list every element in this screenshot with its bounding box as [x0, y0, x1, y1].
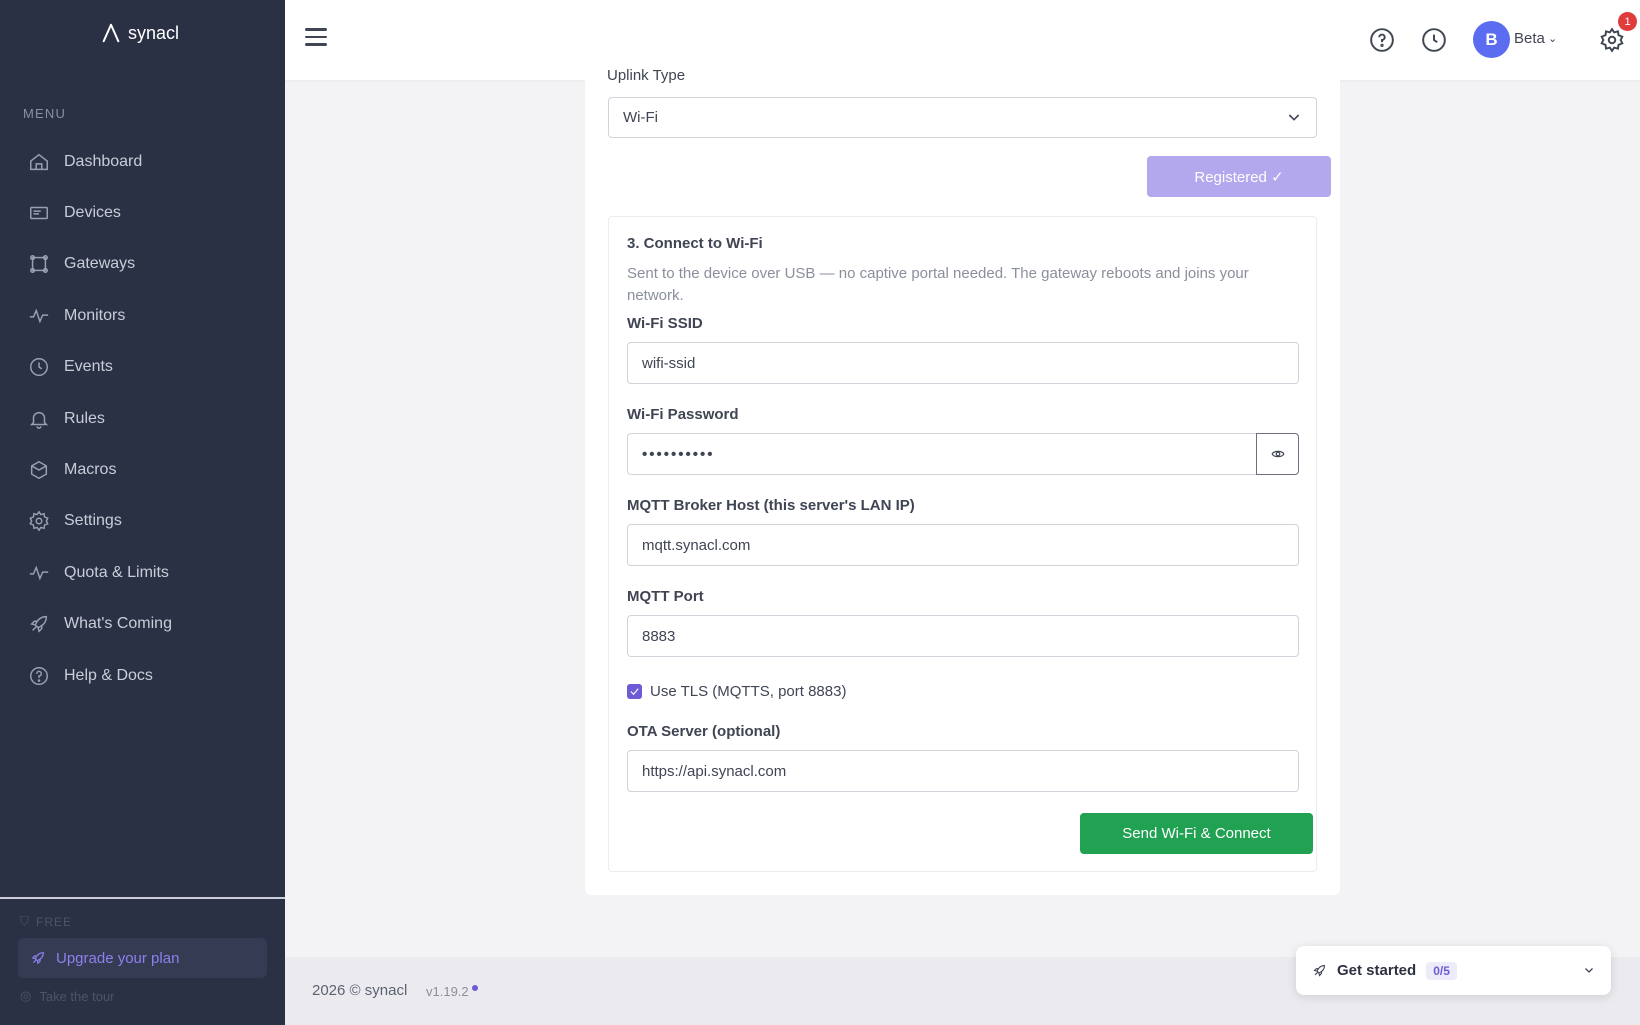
activity-icon: [29, 565, 49, 581]
help-icon: [30, 666, 48, 685]
copyright-text: 2026 © synacl: [312, 982, 408, 999]
rocket-icon: [1313, 964, 1326, 977]
section-title: 3. Connect to Wi-Fi: [627, 235, 763, 252]
topbar: B Beta ⌄ 1: [285, 0, 1640, 80]
sidebar-item-label: Monitors: [64, 306, 126, 324]
sidebar-item-help[interactable]: Help & Docs: [0, 650, 285, 701]
mqtt-port-label: MQTT Port: [627, 588, 704, 605]
rocket-icon: [30, 616, 48, 633]
mqtt-broker-label: MQTT Broker Host (this server's LAN IP): [627, 497, 915, 514]
sidebar-item-label: Macros: [64, 461, 117, 479]
notification-badge: 1: [1618, 12, 1637, 31]
synacl-logo-icon: [102, 23, 120, 43]
sidebar-item-label: Rules: [64, 409, 105, 427]
gear-icon: [1600, 27, 1624, 53]
sidebar-item-quota[interactable]: Quota & Limits: [0, 547, 285, 598]
sidebar-item-whats-coming[interactable]: What's Coming: [0, 599, 285, 650]
tour-icon: ◎: [20, 988, 32, 1003]
ota-server-input[interactable]: https://api.synacl.com: [627, 750, 1299, 792]
sidebar-item-label: Gateways: [64, 255, 136, 273]
update-dot-icon: [471, 984, 478, 991]
sidebar-item-label: What's Coming: [64, 615, 172, 633]
get-started-label: Get started: [1337, 962, 1417, 979]
registered-button[interactable]: Registered ✓: [1147, 156, 1331, 197]
sidebar-item-label: Events: [64, 358, 113, 376]
history-button[interactable]: [1421, 27, 1447, 53]
settings-button[interactable]: [1599, 27, 1625, 53]
chevron-down-icon: [1288, 114, 1300, 121]
ota-server-label: OTA Server (optional): [627, 723, 781, 740]
sidebar-item-dashboard[interactable]: Dashboard: [0, 136, 285, 187]
take-tour-label: Take the tour: [39, 988, 115, 1004]
uplink-type-value: Wi-Fi: [623, 109, 658, 126]
clock-icon: [1422, 28, 1446, 52]
avatar[interactable]: B: [1473, 21, 1510, 58]
use-tls-label: Use TLS (MQTTS, port 8883): [650, 683, 847, 700]
plan-tier-badge: ⛉ FREE: [20, 914, 72, 929]
sidebar-item-settings[interactable]: Settings: [0, 496, 285, 547]
help-button[interactable]: [1369, 27, 1395, 53]
help-icon: [1370, 28, 1394, 52]
sidebar-item-label: Devices: [64, 204, 121, 222]
version-text: v1.19.2: [426, 984, 469, 999]
brand-name: synacl: [128, 22, 180, 43]
upgrade-plan-button[interactable]: Upgrade your plan: [18, 938, 267, 978]
get-started-progress: 0/5: [1426, 961, 1457, 980]
sidebar-item-gateways[interactable]: Gateways: [0, 239, 285, 290]
uplink-type-label: Uplink Type: [607, 67, 686, 84]
sidebar: synacl MENU Dashboard Devices Gateways M…: [0, 0, 285, 1025]
section-description: Sent to the device over USB — no captive…: [627, 265, 1249, 304]
mqtt-port-input[interactable]: 8883: [627, 615, 1299, 657]
sidebar-item-events[interactable]: Events: [0, 342, 285, 393]
wifi-password-input[interactable]: ••••••••••: [627, 433, 1256, 475]
hamburger-menu-icon[interactable]: [305, 28, 327, 50]
gateway-icon: [30, 255, 48, 274]
devices-icon: [30, 206, 48, 220]
sidebar-item-label: Help & Docs: [64, 666, 153, 684]
sidebar-nav: Dashboard Devices Gateways Monitors Even…: [0, 136, 285, 701]
upgrade-plan-label: Upgrade your plan: [56, 949, 180, 967]
bell-icon: [29, 411, 49, 429]
mqtt-broker-input[interactable]: mqtt.synacl.com: [627, 524, 1299, 566]
connect-wifi-section: 3. Connect to Wi-Fi Sent to the device o…: [608, 216, 1317, 872]
wifi-ssid-input[interactable]: wifi-ssid: [627, 342, 1299, 384]
plan-tier-label: FREE: [36, 914, 73, 929]
sidebar-item-macros[interactable]: Macros: [0, 444, 285, 495]
brand-logo[interactable]: synacl: [100, 22, 179, 44]
sidebar-divider: [0, 897, 285, 899]
sidebar-item-label: Quota & Limits: [64, 563, 169, 581]
chevron-down-icon[interactable]: ⌄: [1548, 32, 1557, 45]
eye-icon: [1271, 450, 1284, 458]
sidebar-item-monitors[interactable]: Monitors: [0, 290, 285, 341]
wifi-ssid-label: Wi-Fi SSID: [627, 315, 703, 332]
activity-icon: [29, 308, 49, 324]
wifi-password-label: Wi-Fi Password: [627, 406, 739, 423]
user-menu[interactable]: Beta: [1514, 30, 1545, 47]
sidebar-item-devices[interactable]: Devices: [0, 187, 285, 238]
clock-icon: [30, 358, 48, 377]
home-icon: [30, 153, 48, 170]
use-tls-checkbox[interactable]: [627, 684, 642, 699]
menu-label: MENU: [23, 106, 67, 121]
use-tls-row[interactable]: Use TLS (MQTTS, port 8883): [627, 683, 846, 700]
get-started-widget[interactable]: Get started 0/5: [1296, 946, 1611, 995]
gateway-setup-card: Uplink Type Wi-Fi Registered ✓ 3. Connec…: [585, 67, 1340, 895]
rocket-icon: [31, 952, 44, 965]
version-badge: v1.19.2: [426, 984, 478, 999]
plan-icon: ⛉: [20, 914, 31, 928]
chevron-down-icon[interactable]: [1583, 964, 1595, 976]
check-icon: [630, 688, 639, 696]
take-tour-link[interactable]: ◎ Take the tour: [20, 988, 115, 1004]
sidebar-item-rules[interactable]: Rules: [0, 393, 285, 444]
uplink-type-select[interactable]: Wi-Fi: [608, 97, 1317, 138]
hexagon-icon: [30, 460, 48, 480]
sidebar-item-label: Dashboard: [64, 152, 143, 170]
sidebar-item-label: Settings: [64, 512, 122, 530]
gear-icon: [29, 510, 49, 532]
show-password-button[interactable]: [1256, 433, 1299, 475]
send-wifi-connect-button[interactable]: Send Wi-Fi & Connect: [1080, 813, 1313, 854]
